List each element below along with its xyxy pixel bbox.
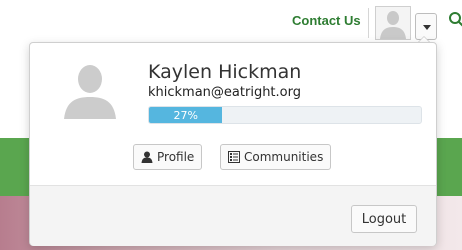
profile-avatar bbox=[64, 65, 116, 119]
profile-button-label: Profile bbox=[157, 150, 195, 164]
communities-button[interactable]: Communities bbox=[220, 144, 332, 170]
dropdown-footer: Logout bbox=[30, 185, 436, 246]
list-icon bbox=[228, 151, 240, 163]
search-icon[interactable] bbox=[448, 11, 462, 27]
profile-completion-bar: 27% bbox=[148, 106, 422, 124]
account-dropdown: Kaylen Hickman khickman@eatright.org 27%… bbox=[29, 42, 437, 246]
profile-button[interactable]: Profile bbox=[133, 144, 203, 170]
profile-completion-fill: 27% bbox=[149, 107, 223, 123]
user-name: Kaylen Hickman bbox=[148, 61, 302, 83]
avatar-button[interactable] bbox=[375, 6, 411, 40]
communities-button-label: Communities bbox=[244, 150, 324, 164]
user-silhouette-icon bbox=[380, 11, 406, 39]
topbar-divider bbox=[368, 8, 369, 38]
user-email: khickman@eatright.org bbox=[148, 85, 301, 100]
user-icon bbox=[141, 151, 153, 163]
caret-down-icon bbox=[423, 25, 431, 30]
contact-us-link[interactable]: Contact Us bbox=[292, 13, 361, 28]
logout-button[interactable]: Logout bbox=[351, 205, 417, 233]
